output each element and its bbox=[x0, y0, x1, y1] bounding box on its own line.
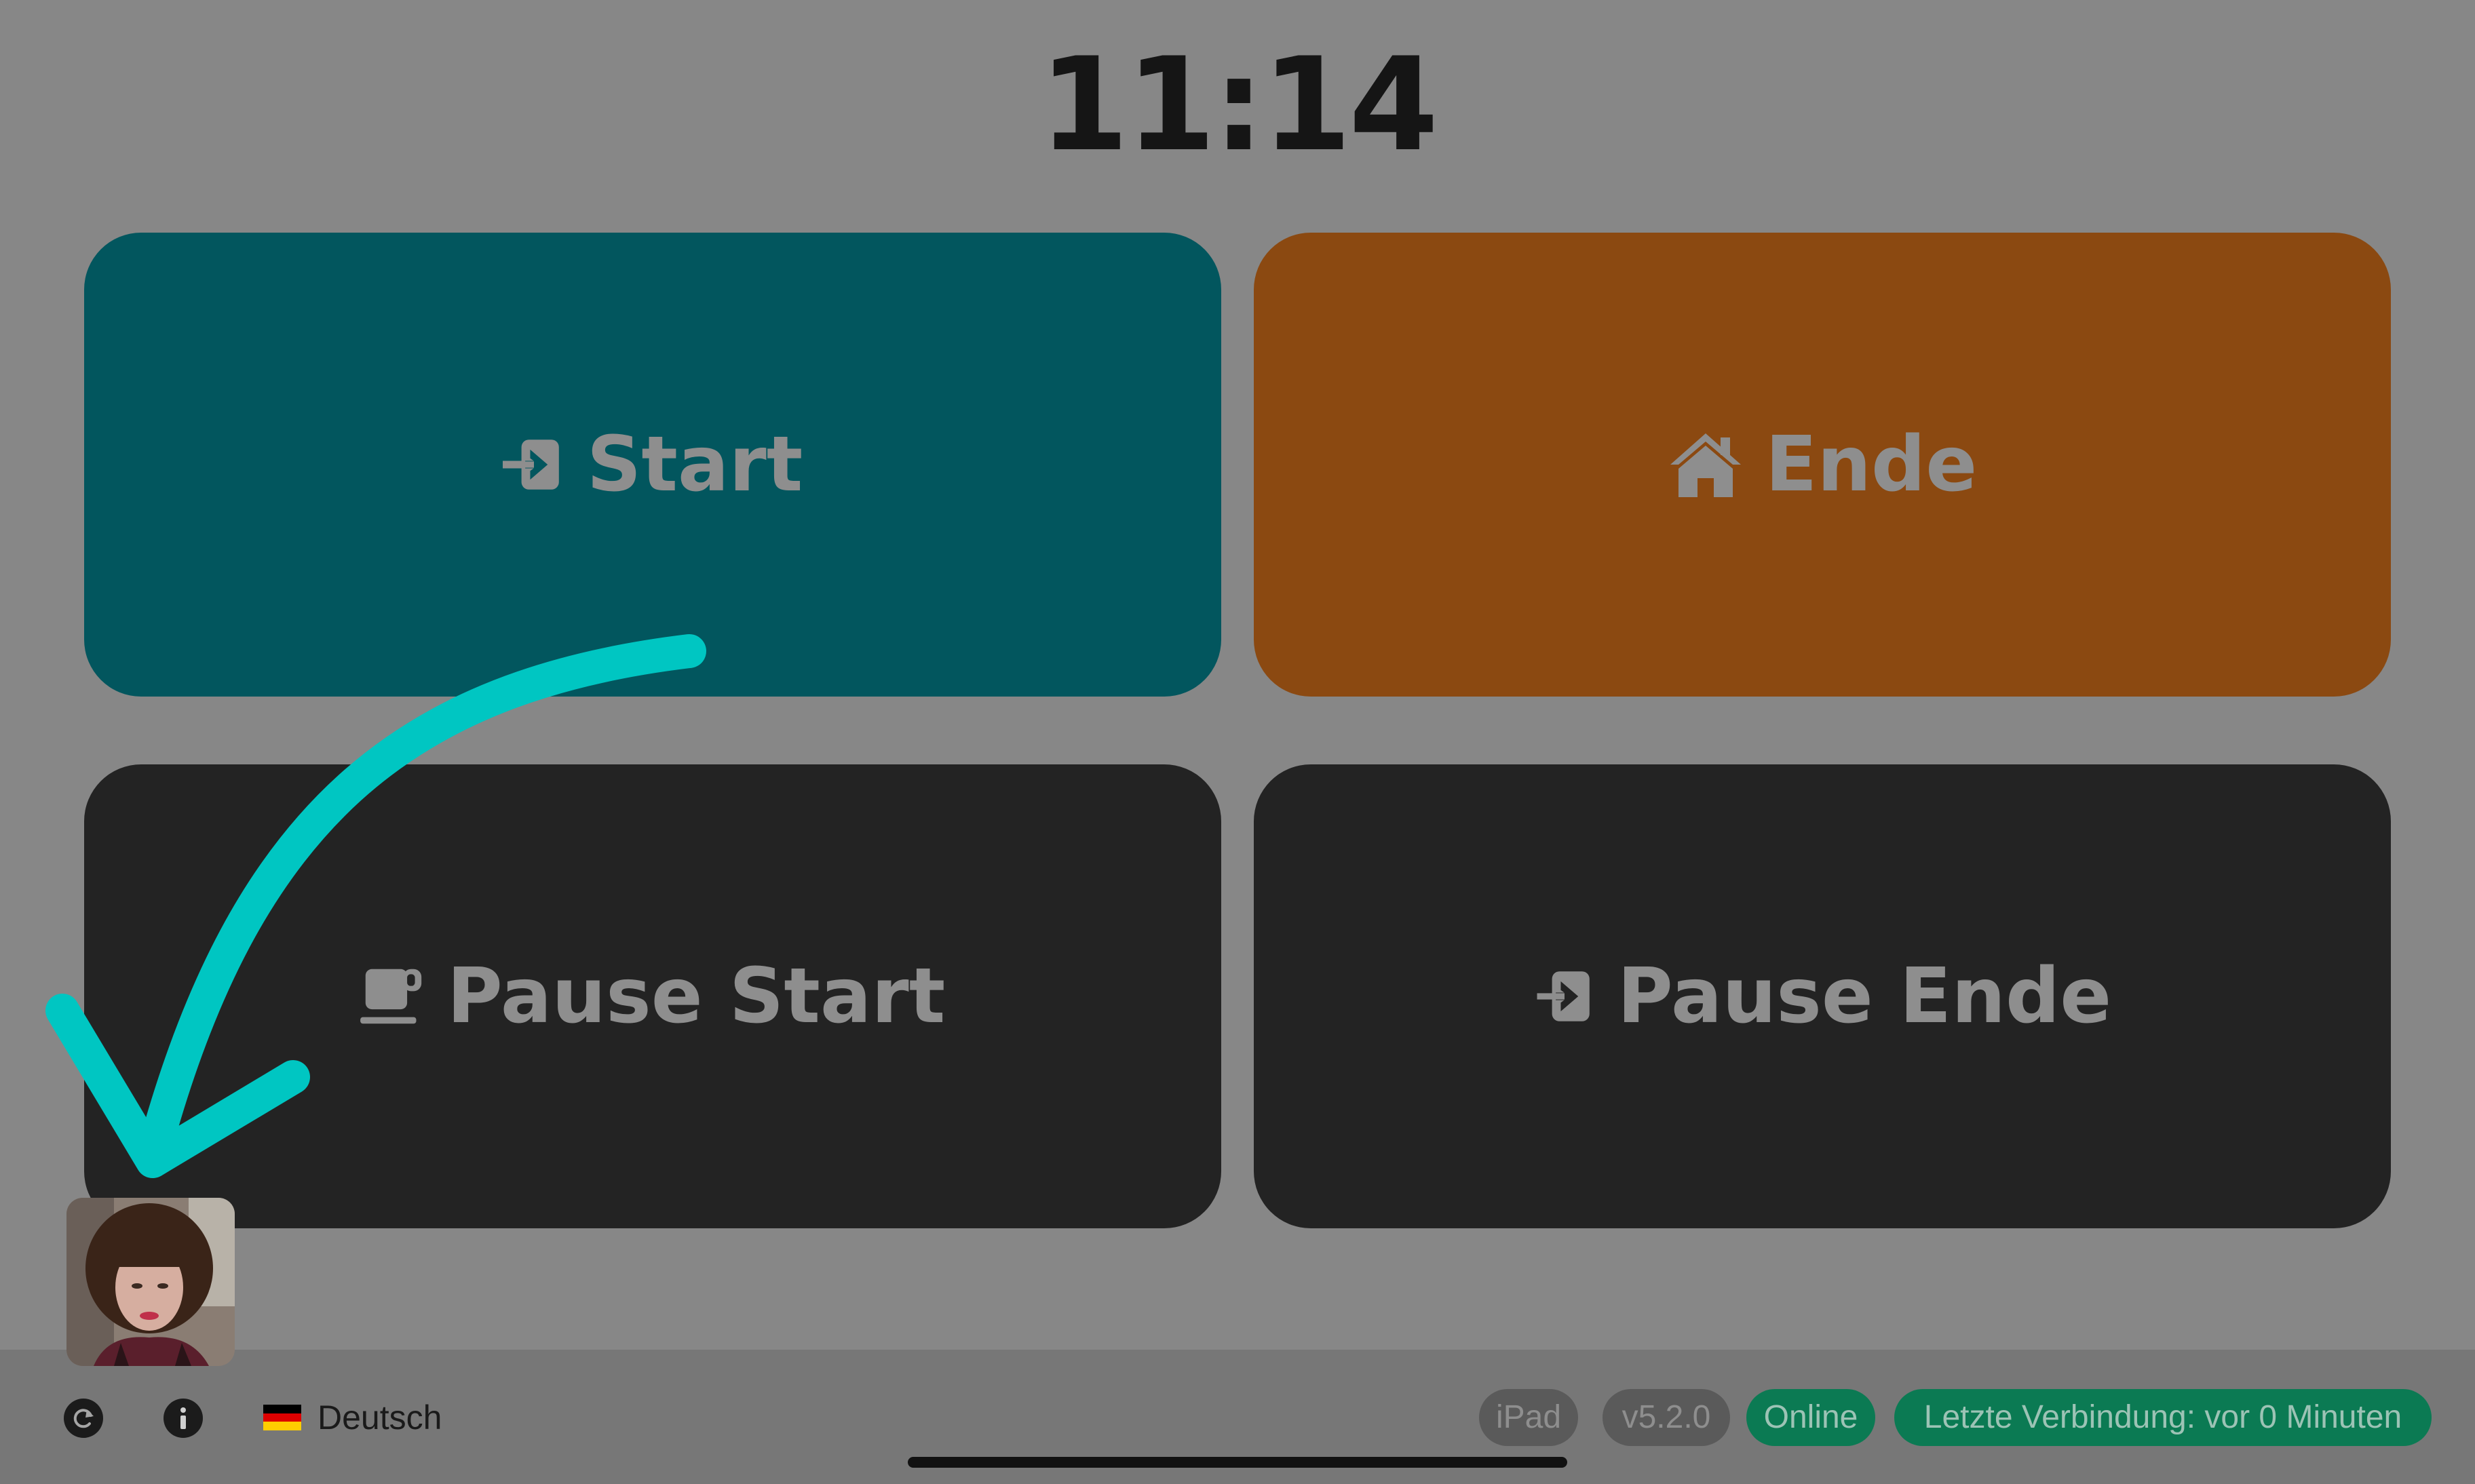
home-indicator bbox=[908, 1457, 1567, 1468]
avatar[interactable] bbox=[66, 1198, 235, 1366]
pause-start-label: Pause Start bbox=[446, 952, 946, 1040]
coffee-cup-icon bbox=[360, 965, 425, 1028]
pause-end-label: Pause Ende bbox=[1617, 952, 2112, 1040]
start-label: Start bbox=[586, 421, 803, 509]
pause-start-button[interactable]: Pause Start bbox=[84, 764, 1221, 1228]
version-badge: v5.2.0 bbox=[1603, 1389, 1730, 1446]
info-icon[interactable] bbox=[164, 1399, 203, 1438]
clock: 11:14 bbox=[1039, 30, 1439, 180]
status-badge: Online bbox=[1746, 1389, 1875, 1446]
end-button[interactable]: Ende bbox=[1254, 233, 2391, 697]
sign-in-icon bbox=[502, 433, 565, 496]
end-label: Ende bbox=[1765, 421, 1978, 509]
device-badge: iPad bbox=[1479, 1389, 1578, 1446]
start-button[interactable]: Start bbox=[84, 233, 1221, 697]
language-selector[interactable]: Deutsch bbox=[263, 1396, 442, 1439]
refresh-icon[interactable] bbox=[64, 1399, 103, 1438]
sign-in-icon bbox=[1533, 965, 1596, 1028]
annotation-arrow bbox=[45, 634, 706, 1178]
pause-end-button[interactable]: Pause Ende bbox=[1254, 764, 2391, 1228]
home-icon bbox=[1668, 431, 1744, 499]
germany-flag-icon bbox=[263, 1405, 301, 1431]
language-label: Deutsch bbox=[318, 1399, 442, 1437]
last-connection-badge: Letzte Verbindung: vor 0 Minuten bbox=[1894, 1389, 2432, 1446]
